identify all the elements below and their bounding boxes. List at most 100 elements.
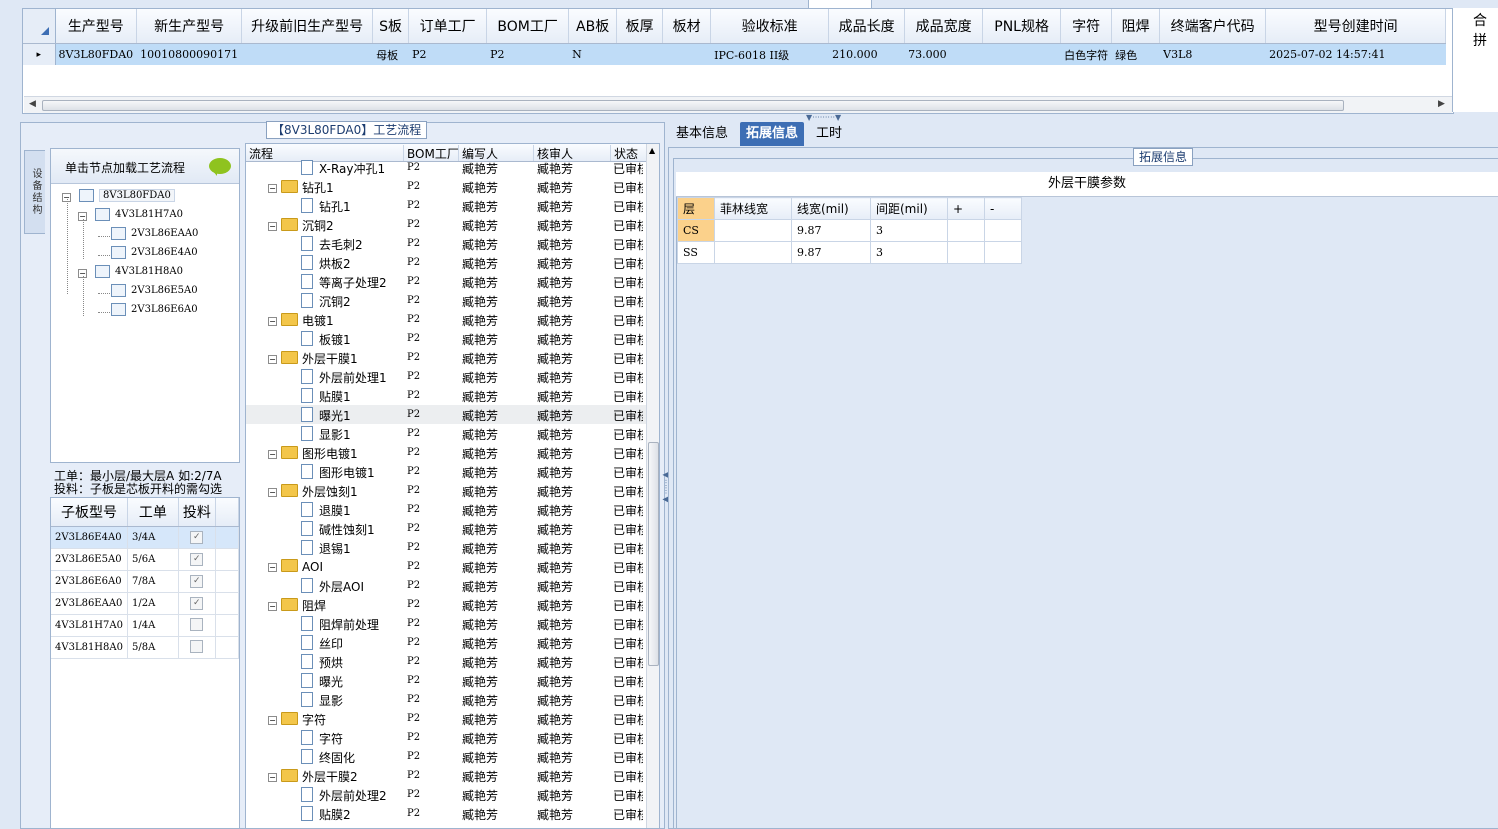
collapse-icon[interactable]: − — [268, 450, 277, 459]
process-row[interactable]: 显影 P2 臧艳芳 臧艳芳 已审核 — [246, 690, 646, 709]
scroll-right-icon[interactable]: ▶ — [1438, 99, 1445, 109]
process-row[interactable]: − 沉铜2 P2 臧艳芳 臧艳芳 已审核 — [246, 215, 646, 234]
column-header[interactable]: 字符 — [1060, 9, 1113, 44]
column-header[interactable]: PNL规格 — [982, 9, 1062, 44]
grid-cell[interactable]: N — [568, 43, 618, 65]
scroll-thumb[interactable] — [648, 442, 659, 666]
process-row[interactable]: − 字符 P2 臧艳芳 臧艳芳 已审核 — [246, 709, 646, 728]
process-row[interactable]: 外层前处理1 P2 臧艳芳 臧艳芳 已审核 — [246, 367, 646, 386]
column-header[interactable]: 生产型号 — [55, 9, 138, 44]
column-header[interactable]: 层 — [677, 197, 715, 220]
process-row[interactable]: − 图形电镀1 P2 臧艳芳 臧艳芳 已审核 — [246, 443, 646, 462]
collapse-icon[interactable]: − — [268, 355, 277, 364]
column-header[interactable]: 板材 — [662, 9, 712, 44]
column-header[interactable]: 订单工厂 — [408, 9, 488, 44]
column-header[interactable]: 板厚 — [616, 9, 664, 44]
add-column-button[interactable]: + — [947, 197, 985, 220]
grid-cell[interactable]: 母板 — [372, 43, 410, 65]
splitter-handle-top[interactable] — [808, 0, 872, 9]
feed-checkbox[interactable]: ✓ — [190, 531, 204, 544]
column-header[interactable]: 成品宽度 — [904, 9, 984, 44]
process-row[interactable]: 退锡1 P2 臧艳芳 臧艳芳 已审核 — [246, 538, 646, 557]
tree-node[interactable]: 2V3L86E4A0 — [111, 246, 198, 259]
process-row[interactable]: 沉铜2 P2 臧艳芳 臧艳芳 已审核 — [246, 291, 646, 310]
grid-cell[interactable] — [982, 43, 1062, 65]
process-row[interactable]: 曝光 P2 臧艳芳 臧艳芳 已审核 — [246, 671, 646, 690]
process-row[interactable]: 外层前处理2 P2 臧艳芳 臧艳芳 已审核 — [246, 785, 646, 804]
tree-node[interactable]: 2V3L86E5A0 — [111, 284, 198, 297]
column-header[interactable]: AB板 — [568, 9, 618, 44]
param-cell[interactable] — [714, 219, 792, 242]
column-header[interactable]: 升级前旧生产型号 — [241, 9, 374, 44]
process-row[interactable]: 终固化 P2 臧艳芳 臧艳芳 已审核 — [246, 747, 646, 766]
column-header[interactable]: 验收标准 — [710, 9, 830, 44]
collapse-icon[interactable]: − — [268, 716, 277, 725]
column-header[interactable]: 投料 — [178, 498, 216, 527]
work-order[interactable]: 1/2A — [127, 592, 179, 615]
feed-checkbox[interactable] — [190, 617, 204, 631]
process-grid[interactable]: 流程BOM工厂编写人核审人状态 X-Ray冲孔1P2臧艳芳臧艳芳已审核−钻孔1P… — [245, 143, 660, 829]
grid-cell[interactable]: 10010800090171 — [136, 43, 243, 65]
tree-node[interactable]: 2V3L86E6A0 — [111, 303, 198, 316]
process-row[interactable]: − 钻孔1 P2 臧艳芳 臧艳芳 已审核 — [246, 177, 646, 196]
tab-work-hours[interactable]: 工时 — [810, 122, 848, 146]
work-order[interactable]: 1/4A — [127, 614, 179, 637]
tree-node[interactable]: 4V3L81H7A0 — [95, 208, 183, 221]
table-row[interactable]: 2V3L86E4A0 3/4A ✓ — [51, 526, 240, 549]
column-header[interactable]: 成品长度 — [828, 9, 906, 44]
layer-cell[interactable]: SS — [677, 241, 715, 264]
table-row[interactable]: 2V3L86E6A0 7/8A ✓ — [51, 570, 240, 593]
table-row[interactable]: 4V3L81H8A0 5/8A — [51, 636, 240, 659]
table-row[interactable]: SS 9.87 3 — [677, 241, 1022, 264]
tab-basic-info[interactable]: 基本信息 — [670, 122, 734, 146]
collapse-icon[interactable]: − — [268, 222, 277, 231]
collapse-icon[interactable]: − — [268, 563, 277, 572]
column-header[interactable]: 线宽(mil) — [791, 197, 871, 220]
table-row[interactable]: 4V3L81H7A0 1/4A — [51, 614, 240, 637]
column-header[interactable]: 终端客户代码 — [1159, 9, 1267, 44]
work-order[interactable]: 5/8A — [127, 636, 179, 659]
process-row[interactable]: 曝光1 P2 臧艳芳 臧艳芳 已审核 — [246, 405, 646, 424]
feed-checkbox[interactable]: ✓ — [190, 575, 204, 588]
param-cell[interactable]: 9.87 — [791, 241, 871, 264]
column-header[interactable]: 子板型号 — [51, 498, 128, 527]
work-order[interactable]: 7/8A — [127, 570, 179, 593]
collapse-icon[interactable]: − — [268, 488, 277, 497]
tab-extended-info[interactable]: 拓展信息 — [740, 122, 805, 146]
grid-cell[interactable]: 73.000 — [904, 43, 984, 65]
table-row[interactable]: CS 9.87 3 — [677, 219, 1022, 242]
process-row[interactable]: − 外层蚀刻1 P2 臧艳芳 臧艳芳 已审核 — [246, 481, 646, 500]
layer-cell[interactable]: CS — [677, 219, 715, 242]
grid-cell[interactable]: V3L8 — [1159, 43, 1267, 65]
grid-cell[interactable]: 210.000 — [828, 43, 906, 65]
process-row[interactable]: − 电镀1 P2 臧艳芳 臧艳芳 已审核 — [246, 310, 646, 329]
grid-cell[interactable]: 8V3L80FDA0 — [55, 43, 138, 65]
param-cell[interactable] — [714, 241, 792, 264]
grid-cell[interactable] — [616, 43, 664, 65]
process-row[interactable]: 贴膜2 P2 臧艳芳 臧艳芳 已审核 — [246, 804, 646, 823]
collapse-icon[interactable]: − — [268, 602, 277, 611]
collapse-icon[interactable]: − — [268, 317, 277, 326]
grid-cell[interactable]: 2025-07-02 14:57:41 — [1265, 43, 1447, 65]
feed-checkbox[interactable]: ✓ — [190, 553, 204, 566]
param-cell[interactable] — [947, 241, 985, 264]
process-row[interactable]: 丝印 P2 臧艳芳 臧艳芳 已审核 — [246, 633, 646, 652]
process-row[interactable]: − AOI P2 臧艳芳 臧艳芳 已审核 — [246, 557, 646, 576]
process-row[interactable]: 贴膜1 P2 臧艳芳 臧艳芳 已审核 — [246, 386, 646, 405]
work-order[interactable]: 3/4A — [127, 526, 179, 549]
process-row[interactable]: − 外层干膜1 P2 臧艳芳 臧艳芳 已审核 — [246, 348, 646, 367]
scroll-thumb[interactable] — [42, 100, 1344, 111]
grid-cell[interactable]: P2 — [486, 43, 570, 65]
collapse-icon[interactable]: − — [268, 773, 277, 782]
process-row[interactable]: 显影1 P2 臧艳芳 臧艳芳 已审核 — [246, 424, 646, 443]
table-row[interactable]: ▸ 8V3L80FDA0 10010800090171 母板 P2 P2 N IPC-6018… — [23, 43, 1447, 65]
table-row[interactable]: 2V3L86E5A0 5/6A ✓ — [51, 548, 240, 571]
process-row[interactable]: 等离子处理2 P2 臧艳芳 臧艳芳 已审核 — [246, 272, 646, 291]
tree-node[interactable]: 8V3L80FDA0 — [79, 189, 175, 202]
process-row[interactable]: 阻焊前处理 P2 臧艳芳 臧艳芳 已审核 — [246, 614, 646, 633]
process-row[interactable]: − 外层干膜2 P2 臧艳芳 臧艳芳 已审核 — [246, 766, 646, 785]
param-cell[interactable] — [947, 219, 985, 242]
process-row[interactable]: 钻孔1 P2 臧艳芳 臧艳芳 已审核 — [246, 196, 646, 215]
process-row[interactable]: 图形电镀1 P2 臧艳芳 臧艳芳 已审核 — [246, 462, 646, 481]
collapse-icon[interactable]: − — [268, 184, 277, 193]
